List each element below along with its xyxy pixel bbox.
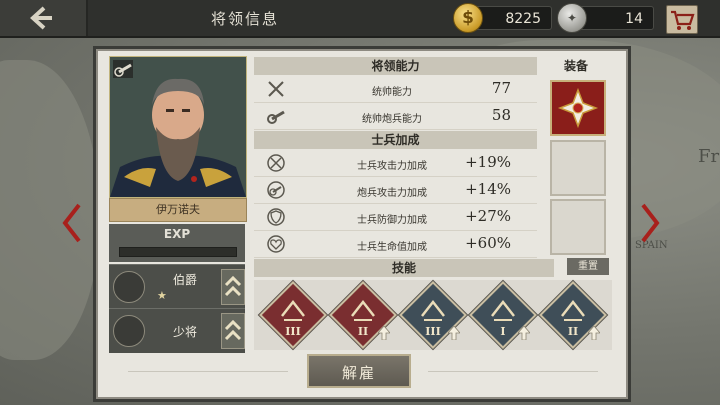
military-rank-row: 少将 xyxy=(109,308,245,353)
skill-mountain[interactable]: III xyxy=(399,281,467,349)
skill-upgrade-arrow-icon xyxy=(448,326,460,340)
bonus-label: 士兵生命值加成 xyxy=(357,242,427,253)
bonus-value: +19% xyxy=(465,153,511,171)
soldier-bonus-header: 士兵加成 xyxy=(254,131,537,149)
chevron-left-icon xyxy=(62,203,81,243)
gold-symbol: $ xyxy=(462,8,474,28)
skill-tools[interactable]: I xyxy=(469,281,537,349)
noble-star: ★ xyxy=(157,289,167,302)
abilities-header: 将领能力 xyxy=(254,57,537,75)
bonus-value: +60% xyxy=(465,234,511,252)
bonus-row: 炮兵攻击力加成 +14% xyxy=(254,177,537,204)
screen-title: 将领信息 xyxy=(210,10,279,28)
attack-bonus-icon xyxy=(267,154,285,172)
rank-star-icon xyxy=(113,315,145,347)
skill-upgrade-arrow-icon xyxy=(378,326,390,340)
upgrade-noble-button[interactable] xyxy=(221,269,245,305)
exp-bar xyxy=(119,247,237,257)
bonus-value: +27% xyxy=(465,207,511,225)
skill-cannon[interactable]: II xyxy=(329,281,397,349)
military-rank-label: 少将 xyxy=(172,325,197,339)
general-portrait xyxy=(109,56,247,198)
bonus-row: 士兵生命值加成 +60% xyxy=(254,231,537,258)
artillery-bonus-icon xyxy=(267,181,285,199)
skill-cavalry-arrows[interactable]: III xyxy=(259,281,327,349)
artillery-class-icon xyxy=(113,60,133,78)
ability-value: 58 xyxy=(491,106,511,124)
double-chevron-up-icon xyxy=(224,275,242,297)
prev-general-button[interactable] xyxy=(62,203,82,243)
gold-counter: 8225 xyxy=(472,6,552,30)
health-bonus-icon xyxy=(267,235,285,253)
artillery-icon xyxy=(267,110,285,124)
noble-title-label: 伯爵 xyxy=(172,273,197,287)
bonus-row: 士兵防御力加成 +27% xyxy=(254,204,537,231)
upgrade-rank-button[interactable] xyxy=(221,313,245,349)
noble-title-row: 伯爵 ★ xyxy=(109,264,245,309)
ability-row: 统帅炮兵能力 58 xyxy=(254,103,537,130)
back-button[interactable] xyxy=(0,0,88,36)
ability-row: 统帅能力 77 xyxy=(254,76,537,103)
crossed-swords-icon xyxy=(268,81,284,97)
exp-panel: EXP xyxy=(109,224,245,262)
exp-label: EXP xyxy=(163,227,191,241)
divider-left xyxy=(128,371,288,372)
shop-cart-button[interactable] xyxy=(666,5,698,34)
reset-skills-button[interactable]: 重置 xyxy=(567,258,609,275)
defense-bonus-icon xyxy=(267,208,285,226)
back-arrow-icon xyxy=(30,6,52,30)
skill-level: III xyxy=(285,325,301,338)
bonus-label: 士兵防御力加成 xyxy=(357,215,427,226)
map-label-france: Fr xyxy=(698,146,720,167)
double-chevron-up-icon xyxy=(224,319,242,341)
next-general-button[interactable] xyxy=(640,203,660,243)
order-medal-icon xyxy=(557,87,599,129)
skills-area: III II III I II xyxy=(254,280,612,350)
top-bar: 将领信息 8225 $ 14 ✦ xyxy=(0,0,720,38)
equipment-slot-empty[interactable] xyxy=(550,140,606,196)
equipment-header: 装备 xyxy=(563,59,588,73)
dismiss-general-button[interactable]: 解雇 xyxy=(307,354,411,388)
ability-value: 77 xyxy=(491,79,511,97)
bonus-label: 士兵攻击力加成 xyxy=(357,161,427,172)
ability-label: 统帅炮兵能力 xyxy=(362,114,422,125)
bonus-label: 炮兵攻击力加成 xyxy=(357,188,427,199)
chevron-right-icon xyxy=(641,203,660,243)
equipment-slot-empty[interactable] xyxy=(550,199,606,255)
divider-right xyxy=(428,371,598,372)
ability-label: 统帅能力 xyxy=(372,87,412,98)
skill-upgrade-arrow-icon xyxy=(518,326,530,340)
noble-helmet-icon xyxy=(113,271,145,303)
cart-icon xyxy=(671,10,695,30)
bonus-row: 士兵攻击力加成 +19% xyxy=(254,150,537,177)
skills-header: 技能 xyxy=(254,259,554,277)
equipment-slot-medal[interactable] xyxy=(550,80,606,136)
gold-coin-icon: $ xyxy=(453,3,483,33)
general-name: 伊万诺夫 xyxy=(109,198,247,222)
skill-bugle[interactable]: II xyxy=(539,281,607,349)
skill-upgrade-arrow-icon xyxy=(588,326,600,340)
bonus-value: +14% xyxy=(465,180,511,198)
silver-medal-icon: ✦ xyxy=(557,3,587,33)
